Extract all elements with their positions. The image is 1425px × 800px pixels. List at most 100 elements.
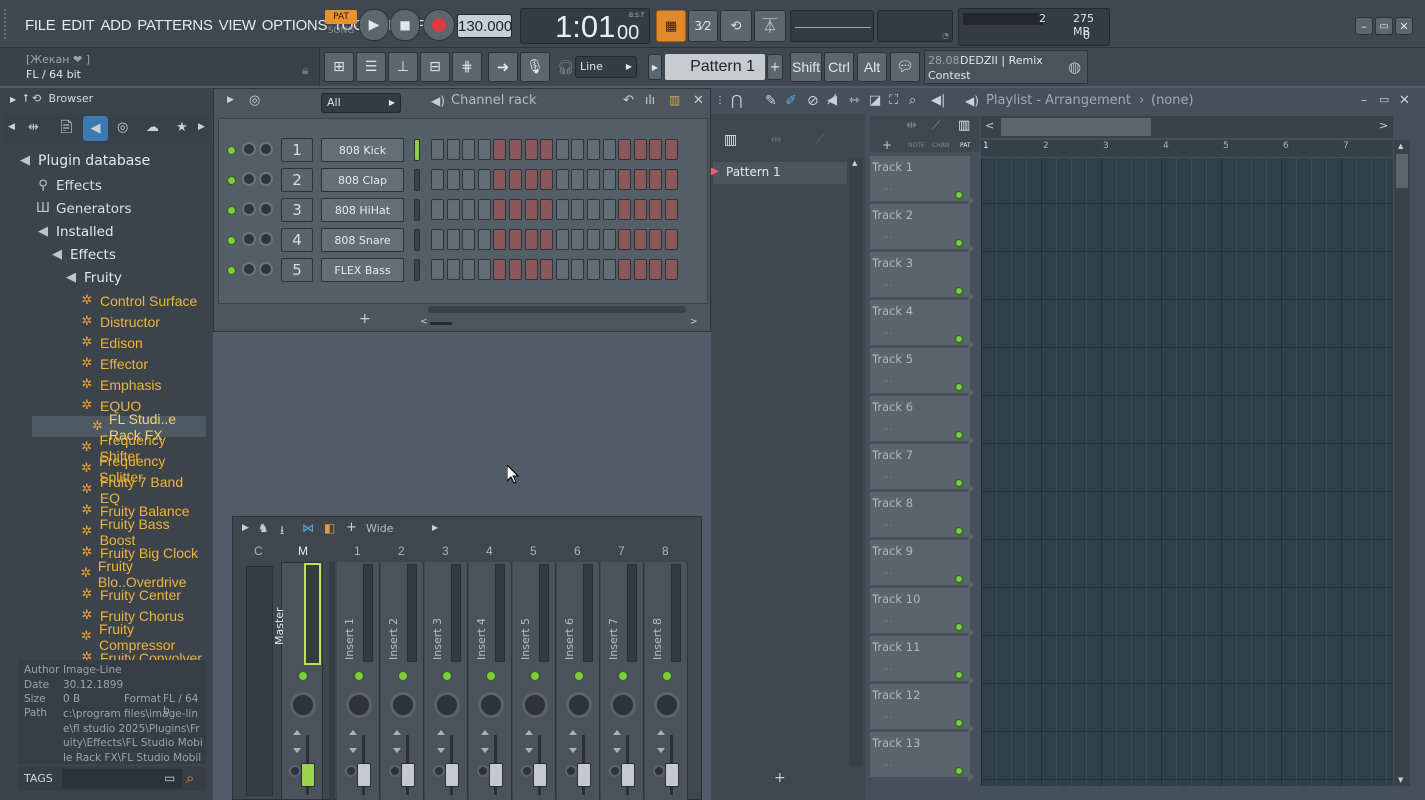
send-knob[interactable] — [609, 765, 621, 777]
mixer-track-number[interactable]: 5 — [530, 544, 537, 558]
step-button[interactable] — [649, 139, 663, 160]
pan-knob[interactable] — [566, 692, 592, 718]
track-mute-led[interactable] — [955, 623, 963, 631]
plugin-item[interactable]: ✲ Fruity Bass Boost — [18, 516, 206, 548]
volume-fader[interactable] — [445, 763, 459, 787]
arrangement-grid[interactable] — [981, 158, 1393, 786]
volume-fader[interactable] — [401, 763, 415, 787]
menu-edit[interactable]: EDIT — [58, 17, 97, 34]
stereo-up-arrow[interactable] — [481, 730, 489, 735]
stereo-up-arrow[interactable] — [569, 730, 577, 735]
paint-icon[interactable]: ✐ — [785, 93, 797, 109]
step-button[interactable] — [571, 139, 585, 160]
cloud-tab-icon[interactable]: ☁ — [146, 120, 159, 135]
pan-knob[interactable] — [478, 692, 504, 718]
channel-number[interactable]: 4 — [281, 228, 313, 252]
step-button[interactable] — [665, 199, 678, 220]
step-button[interactable] — [618, 139, 632, 160]
current-project-tab-icon[interactable]: 📄︎ — [58, 120, 75, 135]
step-button[interactable] — [633, 259, 647, 280]
step-button[interactable] — [446, 139, 460, 160]
step-button[interactable] — [524, 139, 538, 160]
step-button[interactable] — [602, 199, 616, 220]
stereo-up-arrow[interactable] — [437, 730, 445, 735]
channel-select-indicator[interactable] — [414, 169, 420, 191]
track-mute-led[interactable] — [955, 527, 963, 535]
countdown-button[interactable]: 3⁄2 — [688, 10, 718, 42]
stereo-down-arrow[interactable] — [613, 748, 621, 753]
pan-knob[interactable] — [390, 692, 416, 718]
maximize-icon[interactable]: ▭ — [1379, 93, 1389, 106]
note-icon[interactable]: ⇹ — [906, 118, 917, 133]
channel-pan-knob[interactable] — [259, 262, 273, 276]
track-enable-led[interactable] — [442, 671, 452, 681]
scroll-left-icon[interactable]: < — [420, 317, 428, 327]
volume-fader[interactable] — [357, 763, 371, 787]
time-display[interactable]: 1:01 00 B:S:T — [520, 8, 650, 44]
plus-icon[interactable]: + — [346, 520, 357, 535]
track-mute-led[interactable] — [955, 431, 963, 439]
pan-knob[interactable] — [434, 692, 460, 718]
mixer-track-number[interactable]: 4 — [486, 544, 493, 558]
minimize-button[interactable]: – — [1355, 17, 1373, 35]
browser-item-effects[interactable]: ⚲ Effects — [36, 175, 224, 196]
step-button[interactable] — [665, 169, 678, 190]
all-tab-icon[interactable]: ⇹ — [28, 120, 39, 135]
shift-key-button[interactable]: Shift — [790, 52, 822, 82]
step-button[interactable] — [633, 229, 647, 250]
channel-name-button[interactable]: 808 Clap — [321, 168, 404, 192]
step-button[interactable] — [446, 169, 460, 190]
play-button[interactable]: ▶ — [359, 9, 389, 41]
pattern-list-scrollbar[interactable]: ▲ — [849, 158, 863, 766]
channel-filter-select[interactable]: All ▶ — [321, 93, 401, 113]
stereo-down-arrow[interactable] — [525, 748, 533, 753]
send-knob[interactable] — [433, 765, 445, 777]
pan-knob[interactable] — [290, 692, 316, 718]
mixer-track-number[interactable]: 3 — [442, 544, 449, 558]
delete-icon[interactable]: ⊘ — [807, 93, 819, 109]
playback-icon[interactable]: ◀︎| — [931, 93, 945, 108]
track-mute-led[interactable] — [955, 479, 963, 487]
step-button[interactable] — [602, 259, 616, 280]
track-enable-led[interactable] — [354, 671, 364, 681]
step-button[interactable] — [649, 229, 663, 250]
plugin-item[interactable]: ✲ Edison — [18, 332, 206, 353]
step-button[interactable] — [462, 229, 476, 250]
mixer-track-number[interactable]: 8 — [662, 544, 669, 558]
menu-arrow-icon[interactable]: ▶ — [242, 523, 249, 533]
send-knob[interactable] — [345, 765, 357, 777]
pan-knob[interactable] — [522, 692, 548, 718]
mixer-track-number[interactable]: 2 — [398, 544, 405, 558]
pattern-prev-button[interactable]: ▶ — [648, 54, 662, 80]
plugin-item[interactable]: ✲ Control Surface — [18, 290, 206, 311]
channel-number[interactable]: 2 — [281, 168, 313, 192]
step-button[interactable] — [462, 259, 476, 280]
scroll-right-icon[interactable]: > — [1379, 119, 1388, 132]
plugin-item[interactable]: ✲ Effector — [18, 353, 206, 374]
channel-rack-scrollbar[interactable] — [428, 306, 686, 313]
add-channel-button[interactable]: + — [359, 311, 371, 327]
step-button[interactable] — [493, 259, 507, 280]
pan-knob[interactable] — [610, 692, 636, 718]
channel-name-button[interactable]: 808 Kick — [321, 138, 404, 162]
stereo-down-arrow[interactable] — [437, 748, 445, 753]
step-button[interactable] — [587, 259, 600, 280]
channel-volume-knob[interactable] — [242, 172, 256, 186]
stereo-down-arrow[interactable] — [657, 748, 665, 753]
close-icon[interactable]: ✕ — [1399, 93, 1410, 108]
channel-name-button[interactable]: FLEX Bass — [321, 258, 404, 282]
vertical-scroll-thumb[interactable] — [1396, 154, 1408, 188]
mixer-track-number[interactable]: 7 — [618, 544, 625, 558]
animal-icon[interactable]: ♞ — [258, 521, 269, 535]
step-button[interactable] — [524, 169, 538, 190]
step-button[interactable] — [602, 139, 616, 160]
step-button[interactable] — [524, 199, 538, 220]
mixer-track-number[interactable]: 6 — [574, 544, 581, 558]
step-button[interactable] — [618, 199, 632, 220]
step-button[interactable] — [602, 169, 616, 190]
step-view-icon[interactable]: ▥ — [669, 93, 680, 107]
channel-mute-led[interactable] — [227, 176, 236, 185]
step-button[interactable] — [633, 199, 647, 220]
menu-view[interactable]: VIEW — [216, 17, 259, 34]
browser-window-button[interactable]: ⊟ — [420, 52, 450, 82]
